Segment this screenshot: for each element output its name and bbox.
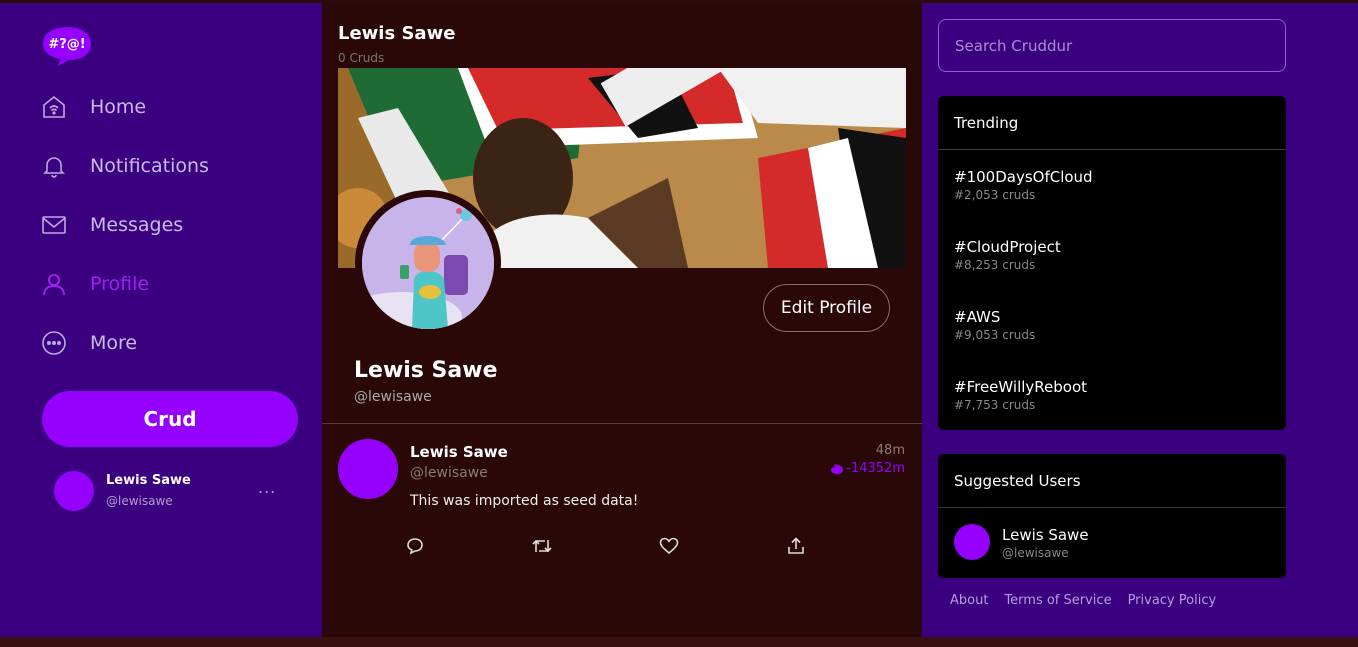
post-timestamp: 48m <box>875 443 905 458</box>
nav-messages-label: Messages <box>90 214 184 236</box>
share-button[interactable] <box>785 535 807 557</box>
profile-feed: 0 Cruds Lewis Sawe Edit Profile Lewis Sa… <box>322 3 922 637</box>
trend-tag: #AWS <box>954 308 1001 326</box>
nav-messages[interactable]: Messages <box>40 205 183 245</box>
current-user-card[interactable]: Lewis Sawe @lewisawe ... <box>54 470 294 512</box>
nav-home-label: Home <box>90 96 147 118</box>
nav-more[interactable]: More <box>40 323 137 363</box>
reply-icon <box>407 538 423 555</box>
search-input[interactable] <box>938 19 1286 72</box>
trend-item[interactable]: #AWS #9,053 cruds <box>954 308 1035 342</box>
privacy-link[interactable]: Privacy Policy <box>1128 593 1217 608</box>
nav-home[interactable]: Home <box>40 87 146 127</box>
current-user-name: Lewis Sawe <box>106 473 191 488</box>
trend-count: #8,253 cruds <box>954 258 1036 272</box>
divider <box>322 423 922 424</box>
post-expiry-value: -14352m <box>846 461 905 476</box>
home-icon <box>40 93 68 121</box>
nav-profile[interactable]: Profile <box>40 264 149 304</box>
post-author-handle[interactable]: @lewisawe <box>410 465 488 481</box>
trend-count: #7,753 cruds <box>954 398 1036 412</box>
trend-tag: #CloudProject <box>954 238 1061 256</box>
trend-item[interactable]: #FreeWillyReboot #7,753 cruds <box>954 378 1087 412</box>
about-link[interactable]: About <box>950 593 988 608</box>
window-bottom-bar <box>0 637 1358 647</box>
trend-item[interactable]: #100DaysOfCloud #2,053 cruds <box>954 168 1093 202</box>
user-icon <box>40 270 68 298</box>
edit-profile-button[interactable]: Edit Profile <box>763 284 890 332</box>
trending-panel: Trending #100DaysOfCloud #2,053 cruds #C… <box>938 96 1286 430</box>
profile-avatar <box>362 197 494 329</box>
post-message: This was imported as seed data! <box>410 493 639 509</box>
logo-text: #?@! <box>48 37 85 52</box>
left-sidebar: #?@! Home Notifications Messages Profile… <box>0 3 322 637</box>
trend-tag: #FreeWillyReboot <box>954 378 1088 396</box>
suggested-user-name[interactable]: Lewis Sawe <box>1002 526 1089 544</box>
reply-button[interactable] <box>404 535 426 557</box>
trend-item[interactable]: #CloudProject #8,253 cruds <box>954 238 1061 272</box>
profile-handle: @lewisawe <box>354 389 432 405</box>
repost-button[interactable] <box>531 535 553 557</box>
like-button[interactable] <box>658 535 680 557</box>
suggested-users-panel: Suggested Users Lewis Sawe @lewisawe <box>938 454 1286 578</box>
bomb-icon <box>831 463 844 474</box>
profile-crud-count: 0 Cruds <box>338 51 385 65</box>
suggested-user-handle: @lewisawe <box>1002 546 1069 560</box>
crud-button[interactable]: Crud <box>42 391 298 447</box>
post-author-name[interactable]: Lewis Sawe <box>410 443 508 461</box>
nav-more-label: More <box>90 332 138 354</box>
trend-tag: #100DaysOfCloud <box>954 168 1093 186</box>
envelope-icon <box>40 211 68 239</box>
footer-links: About Terms of Service Privacy Policy <box>950 593 1232 608</box>
avatar[interactable] <box>954 524 990 560</box>
profile-header-title: Lewis Sawe <box>338 23 456 44</box>
profile-name: Lewis Sawe <box>354 358 498 383</box>
cruddur-logo[interactable]: #?@! <box>42 25 92 66</box>
bell-icon <box>40 152 68 180</box>
trend-count: #2,053 cruds <box>954 188 1036 202</box>
post-expiry: -14352m <box>830 461 905 476</box>
nav-notifications[interactable]: Notifications <box>40 146 209 186</box>
more-circle-icon <box>40 329 68 357</box>
terms-link[interactable]: Terms of Service <box>1004 593 1111 608</box>
nav-notifications-label: Notifications <box>90 155 209 177</box>
share-icon <box>788 537 804 554</box>
nav-profile-label: Profile <box>90 273 150 295</box>
user-menu-button[interactable]: ... <box>258 478 276 497</box>
heart-icon <box>659 537 679 555</box>
repost-icon <box>532 539 552 553</box>
suggested-users-title: Suggested Users <box>938 454 1286 508</box>
trending-title: Trending <box>938 96 1286 150</box>
avatar <box>54 471 94 511</box>
post-avatar[interactable] <box>338 439 398 499</box>
current-user-handle: @lewisawe <box>106 494 173 508</box>
trend-count: #9,053 cruds <box>954 328 1036 342</box>
